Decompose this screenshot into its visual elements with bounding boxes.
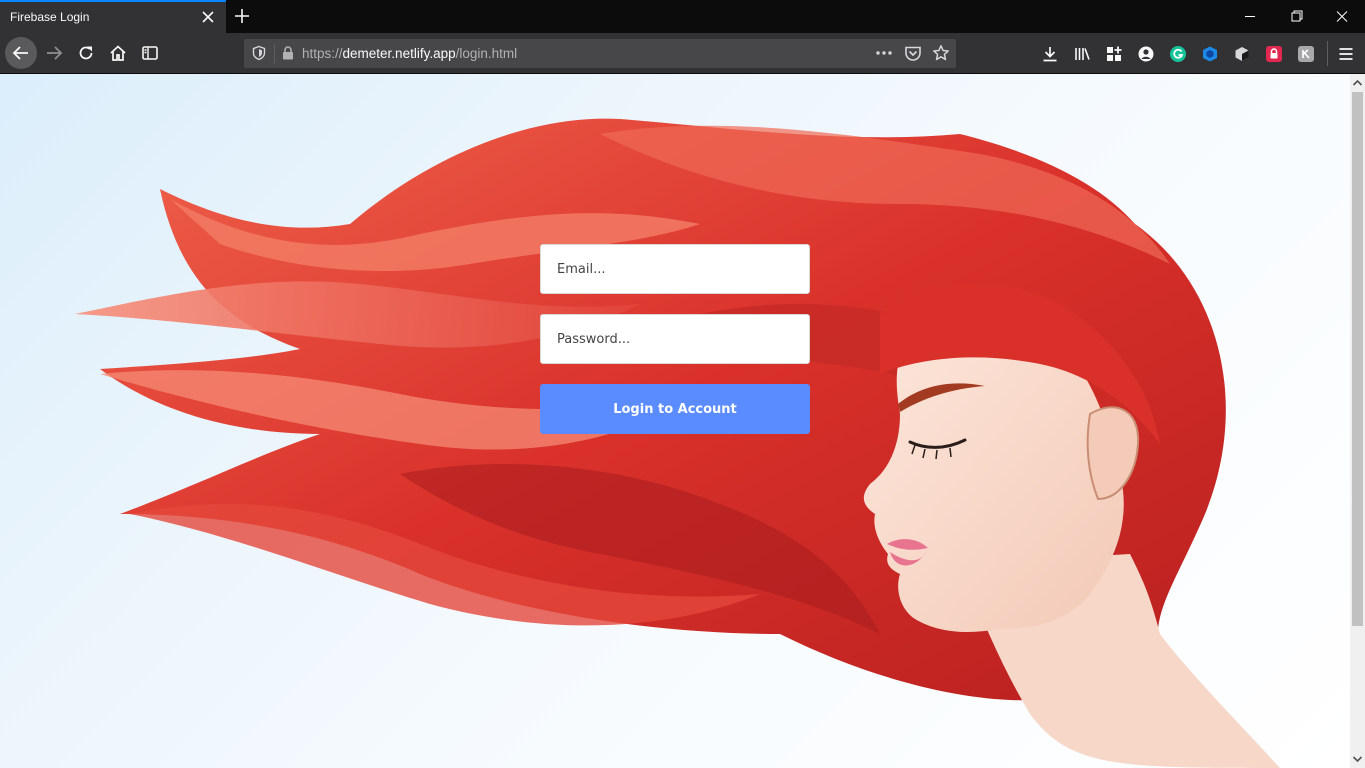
url-separator <box>274 44 275 63</box>
red-lock-icon[interactable] <box>1265 45 1283 63</box>
home-icon <box>110 45 126 61</box>
cube-icon[interactable] <box>1201 45 1219 63</box>
tab-title: Firebase Login <box>10 10 90 24</box>
url-host: demeter.netlify.app <box>342 46 456 61</box>
back-arrow-icon <box>12 46 28 60</box>
toolbar-separator <box>1327 41 1328 66</box>
navigation-toolbar: https://demeter.netlify.app/login.html <box>0 33 1365 74</box>
login-form: Login to Account <box>540 244 810 434</box>
login-button[interactable]: Login to Account <box>540 384 810 434</box>
url-bar[interactable]: https://demeter.netlify.app/login.html <box>244 39 956 68</box>
menu-icon[interactable] <box>1337 45 1355 63</box>
close-icon[interactable] <box>200 9 216 25</box>
scroll-down-arrow-icon[interactable] <box>1350 752 1365 766</box>
sidebar-button[interactable] <box>134 37 166 69</box>
reload-icon <box>79 46 93 60</box>
email-field[interactable] <box>540 244 810 294</box>
star-icon[interactable] <box>932 44 950 62</box>
home-button[interactable] <box>102 37 134 69</box>
account-icon[interactable] <box>1137 45 1155 63</box>
tab-strip: Firebase Login <box>0 0 1365 33</box>
sidebar-icon <box>142 46 158 60</box>
library-icon[interactable] <box>1073 45 1091 63</box>
scroll-thumb[interactable] <box>1352 92 1363 626</box>
pocket-icon[interactable] <box>904 45 922 62</box>
window-close-icon[interactable] <box>1319 0 1365 33</box>
url-scheme: https:// <box>302 46 343 61</box>
scroll-up-arrow-icon[interactable] <box>1350 76 1365 90</box>
extensions-icon[interactable] <box>1105 45 1123 63</box>
page-content: Login to Account <box>0 74 1350 768</box>
url-text[interactable]: https://demeter.netlify.app/login.html <box>302 46 517 61</box>
more-icon[interactable] <box>874 45 894 61</box>
forward-button[interactable] <box>38 37 70 69</box>
download-icon[interactable] <box>1041 45 1059 63</box>
shield-icon[interactable] <box>251 45 267 61</box>
url-path: /login.html <box>455 46 518 61</box>
password-field[interactable] <box>540 314 810 364</box>
reload-button[interactable] <box>70 37 102 69</box>
dark-cube-icon[interactable] <box>1233 45 1251 63</box>
tab-firebase-login[interactable]: Firebase Login <box>0 0 226 33</box>
forward-arrow-icon <box>47 46 63 60</box>
restore-icon[interactable] <box>1273 0 1319 33</box>
plus-icon[interactable] <box>232 6 252 26</box>
lock-icon[interactable] <box>281 45 295 61</box>
page-scrollbar[interactable] <box>1350 74 1365 768</box>
minimize-icon[interactable] <box>1227 0 1273 33</box>
grammarly-icon[interactable] <box>1169 45 1187 63</box>
gray-extension-icon[interactable] <box>1297 45 1315 63</box>
back-button[interactable] <box>5 37 37 69</box>
